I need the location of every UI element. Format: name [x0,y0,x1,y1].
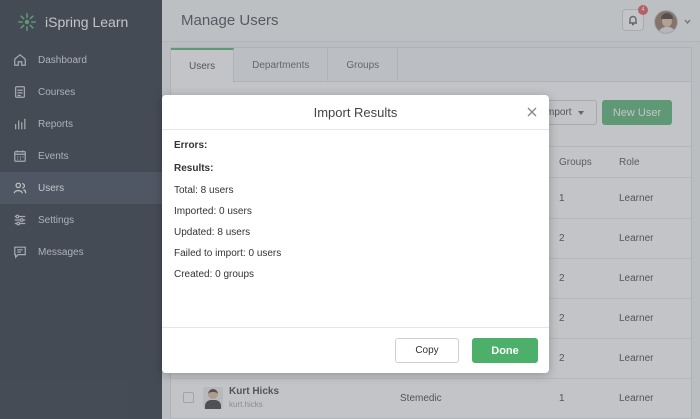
dialog-footer: Copy Done [162,327,549,373]
result-updated: Updated: 8 users [174,227,251,238]
results-label: Results: [174,163,214,174]
done-button[interactable]: Done [472,338,538,363]
result-imported: Imported: 0 users [174,206,252,217]
copy-button[interactable]: Copy [395,338,459,363]
close-icon[interactable] [525,105,539,119]
result-failed: Failed to import: 0 users [174,248,282,259]
errors-label: Errors: [174,140,208,151]
import-results-dialog: Import Results Errors: Results: Total: 8… [162,95,549,373]
dialog-header: Import Results [162,95,549,130]
dialog-body: Errors: Results: Total: 8 users Imported… [162,130,549,290]
result-total: Total: 8 users [174,185,234,196]
dialog-title: Import Results [313,104,398,120]
result-created: Created: 0 groups [174,269,255,280]
